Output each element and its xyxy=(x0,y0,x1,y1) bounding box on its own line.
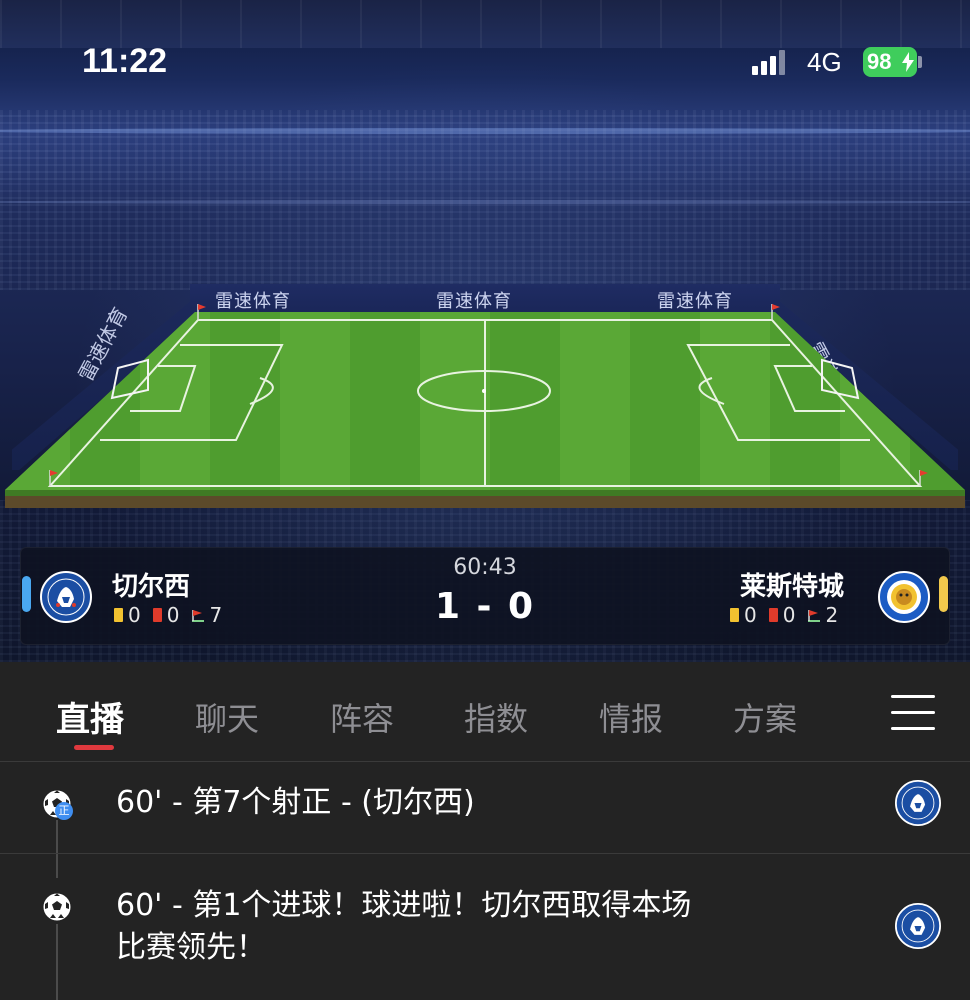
feed-item-text: 60' - 第7个射正 - (切尔西) xyxy=(116,785,475,820)
away-red-cards: 0 xyxy=(782,603,796,627)
feed-item-text-line2: 比赛领先！ xyxy=(116,930,266,965)
stadium-stands-middle xyxy=(0,180,970,290)
away-yellow-cards: 0 xyxy=(744,603,757,627)
stadium-stands-upper xyxy=(0,110,970,180)
tab-intel[interactable]: 情报 xyxy=(599,694,663,740)
battery-level: 98 xyxy=(867,49,892,74)
yellow-card-icon xyxy=(730,608,739,622)
away-team-stats: 0 0 2 xyxy=(730,603,850,627)
feed-divider xyxy=(0,853,970,854)
corner-flag-icon xyxy=(808,610,821,622)
chelsea-crest-icon xyxy=(895,780,941,826)
tabs-divider xyxy=(0,761,970,762)
battery-cap xyxy=(918,56,922,68)
timeline-connector xyxy=(56,820,58,878)
charging-bolt-icon xyxy=(902,52,914,72)
red-card-icon xyxy=(768,608,778,622)
away-team-name[interactable]: 莱斯特城 xyxy=(740,566,844,603)
hamburger-menu-icon[interactable] xyxy=(891,695,935,731)
chelsea-crest-icon xyxy=(895,903,941,949)
stadium-roof-beams xyxy=(0,0,970,48)
timeline-connector xyxy=(56,924,58,1000)
battery-icon: 98 xyxy=(863,47,917,77)
football-pitch xyxy=(5,304,965,508)
tab-plans[interactable]: 方案 xyxy=(733,694,797,740)
cellular-signal-icon xyxy=(752,50,788,75)
away-corners: 2 xyxy=(825,603,839,627)
active-tab-indicator xyxy=(74,745,114,750)
tab-lineup[interactable]: 阵容 xyxy=(330,694,394,740)
leicester-crest-icon[interactable] xyxy=(878,571,930,623)
feed-item-text-line1: 60' - 第1个进球！球进啦！切尔西取得本场 xyxy=(116,888,692,923)
shot-on-target-badge: 正 xyxy=(55,802,73,820)
tab-live[interactable]: 直播 xyxy=(56,692,124,741)
status-time: 11:22 xyxy=(82,42,168,80)
network-type: 4G xyxy=(807,47,842,77)
tab-chat[interactable]: 聊天 xyxy=(195,694,259,740)
tab-odds[interactable]: 指数 xyxy=(464,694,528,740)
soccer-ball-icon xyxy=(42,892,72,922)
